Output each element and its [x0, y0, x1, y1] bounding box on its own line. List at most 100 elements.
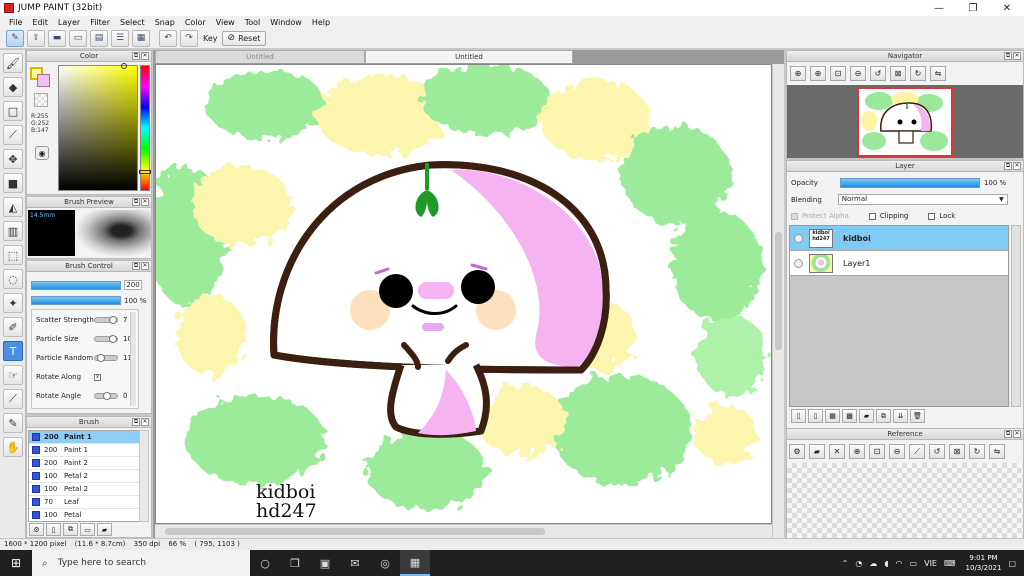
tab-untitled-2[interactable]: Untitled [365, 50, 573, 63]
cortana-icon[interactable]: ○ [250, 550, 280, 576]
layer-row-layer1[interactable]: Layer1 [790, 251, 1008, 276]
sv-marker[interactable] [121, 63, 127, 69]
fill-rect-tool-icon[interactable]: ■ [3, 173, 23, 193]
ref-zoom-out-icon[interactable]: ⊖ [889, 444, 905, 459]
brush-tool-icon[interactable]: 🖌 [3, 53, 23, 73]
taskbar-search[interactable]: ⌕ Type here to search [32, 550, 250, 576]
new-layer-icon[interactable]: ▯ [791, 409, 806, 423]
close-icon[interactable]: ✕ [1013, 430, 1021, 438]
hue-slider[interactable] [139, 65, 151, 191]
line-tool-icon[interactable]: ⟋ [3, 125, 23, 145]
battery-icon[interactable]: ▭ [910, 559, 918, 568]
ref-close-icon[interactable]: ✕ [829, 444, 845, 459]
wifi-icon[interactable]: ◠ [896, 559, 903, 568]
menu-window[interactable]: Window [265, 18, 307, 27]
brush-size-value[interactable]: 200 [124, 280, 142, 290]
particle-size-slider[interactable] [94, 335, 118, 343]
grid-icon[interactable]: ▦ [132, 29, 150, 47]
blending-select[interactable]: Normal ▼ [837, 194, 1008, 205]
canvas-horizontal-scrollbar[interactable] [155, 524, 772, 538]
float-icon[interactable]: ⧉ [1004, 430, 1012, 438]
reset-view-icon[interactable]: ⊠ [890, 66, 906, 81]
close-icon[interactable]: ✕ [141, 418, 149, 426]
brush-list-scrollbar[interactable] [139, 430, 149, 522]
browser-icon[interactable]: ◎ [370, 550, 400, 576]
rectangle-tool-icon[interactable]: □ [3, 101, 23, 121]
protect-alpha-checkbox[interactable]: Protect Alpha [791, 212, 849, 220]
ref-flip-icon[interactable]: ⇋ [989, 444, 1005, 459]
minimize-button[interactable]: — [922, 0, 956, 16]
ref-rotate-right-icon[interactable]: ↻ [969, 444, 985, 459]
rotate-along-checkbox[interactable]: x [94, 373, 101, 381]
zoom-actual-icon[interactable]: ⊡ [830, 66, 846, 81]
task-view-icon[interactable]: ❐ [280, 550, 310, 576]
brush-size-slider[interactable] [31, 280, 121, 290]
menu-edit[interactable]: Edit [27, 18, 53, 27]
comment-icon[interactable]: ▬ [48, 29, 66, 47]
undo-icon[interactable]: ↶ [159, 29, 177, 47]
brush-item[interactable]: 200 Paint 2 [29, 457, 139, 470]
layer-row-kidboi[interactable]: kidboi hd247 kidboi [790, 226, 1008, 251]
select-pen-icon[interactable]: ✐ [3, 317, 23, 337]
brush-item[interactable]: 70 Leaf [29, 496, 139, 509]
float-icon[interactable]: ⧉ [132, 198, 140, 206]
network-icon[interactable]: ◔ [855, 559, 862, 568]
new-brush-icon[interactable]: ▯ [46, 523, 61, 536]
document-icon[interactable]: ▤ [90, 29, 108, 47]
merge-down-icon[interactable]: ⇊ [893, 409, 908, 423]
brush-item[interactable]: 100 Petal [29, 509, 139, 521]
float-icon[interactable]: ⧉ [1004, 52, 1012, 60]
chevron-up-icon[interactable]: ⌃ [842, 559, 849, 568]
cloud-icon[interactable]: ☁ [869, 559, 877, 568]
close-icon[interactable]: ✕ [141, 52, 149, 60]
ref-eyedropper-icon[interactable]: ⟋ [909, 444, 925, 459]
close-icon[interactable]: ✕ [1013, 162, 1021, 170]
close-button[interactable]: ✕ [990, 0, 1024, 16]
ref-zoom-in-icon[interactable]: ⊕ [849, 444, 865, 459]
pencil-tool-icon[interactable]: ✎ [3, 413, 23, 433]
magic-wand-icon[interactable]: ✦ [3, 293, 23, 313]
duplicate-layer-icon[interactable]: ⧉ [876, 409, 891, 423]
canvas-vertical-scrollbar[interactable] [772, 64, 784, 538]
zoom-in-icon[interactable]: ⊕ [810, 66, 826, 81]
ref-reset-icon[interactable]: ⊠ [949, 444, 965, 459]
language-indicator[interactable]: VIE [924, 559, 937, 568]
delete-brush-icon[interactable]: ▭ [80, 523, 95, 536]
drawing-canvas[interactable]: kidboi hd247 [155, 64, 772, 524]
menu-select[interactable]: Select [115, 18, 150, 27]
volume-icon[interactable]: ◖ [884, 559, 888, 568]
reset-button[interactable]: ⊘ Reset [221, 30, 267, 46]
close-icon[interactable]: ✕ [141, 198, 149, 206]
delete-layer-icon[interactable]: 🗑 [910, 409, 925, 423]
notifications-icon[interactable]: ▢ [1008, 559, 1016, 568]
layer-list-scrollbar[interactable] [1011, 225, 1021, 407]
gradient-tool-icon[interactable]: ▥ [3, 221, 23, 241]
float-icon[interactable]: ⧉ [132, 262, 140, 270]
params-scrollbar[interactable] [130, 312, 136, 406]
bucket-tool-icon[interactable]: ◭ [3, 197, 23, 217]
hand-tool-icon[interactable]: ✋ [3, 437, 23, 457]
menu-filter[interactable]: Filter [85, 18, 115, 27]
redo-icon[interactable]: ↷ [180, 29, 198, 47]
select-rect-icon[interactable]: ⬚ [3, 245, 23, 265]
color-wheel-icon[interactable]: ◉ [35, 146, 49, 160]
chat-icon[interactable]: ▭ [69, 29, 87, 47]
brush-opacity-slider[interactable] [31, 296, 121, 305]
duplicate-brush-icon[interactable]: ⧉ [63, 523, 78, 536]
list-icon[interactable]: ☰ [111, 29, 129, 47]
brush-item[interactable]: 100 Petal 2 [29, 470, 139, 483]
background-color-swatch[interactable] [37, 74, 50, 87]
layer-opacity-slider[interactable] [839, 178, 980, 188]
rotate-right-icon[interactable]: ↻ [910, 66, 926, 81]
menu-file[interactable]: File [4, 18, 27, 27]
maximize-button[interactable]: ❐ [956, 0, 990, 16]
menu-layer[interactable]: Layer [53, 18, 85, 27]
particle-random-slider[interactable] [94, 354, 118, 362]
rotate-angle-slider[interactable] [94, 392, 118, 400]
scatter-slider[interactable] [94, 316, 118, 324]
keyboard-icon[interactable]: ⌨ [944, 559, 956, 568]
float-icon[interactable]: ⧉ [132, 52, 140, 60]
close-icon[interactable]: ✕ [141, 262, 149, 270]
mail-icon[interactable]: ✉ [340, 550, 370, 576]
visibility-icon[interactable] [794, 258, 803, 268]
